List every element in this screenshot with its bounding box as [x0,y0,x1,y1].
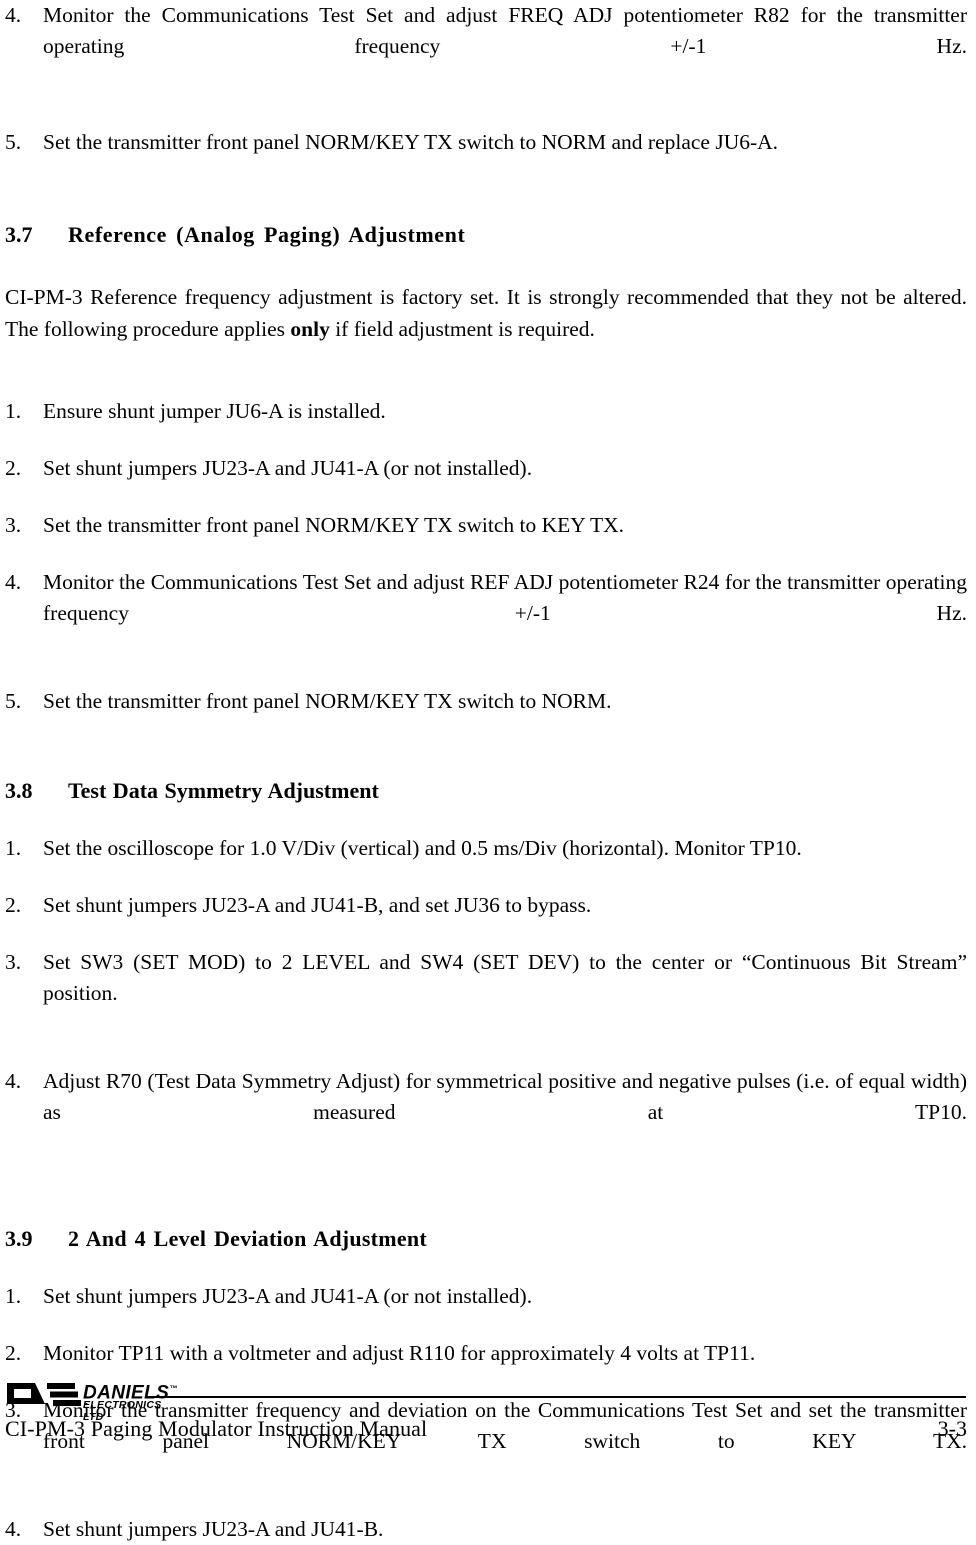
list-text: Set the oscilloscope for 1.0 V/Div (vert… [43,836,802,860]
section-heading-3-7: 3.7 Reference (Analog Paging) Adjustment [5,221,967,249]
section-heading-3-8: 3.8 Test Data Symmetry Adjustment [5,777,967,805]
list-text: Set the transmitter front panel NORM/KEY… [43,130,779,154]
list-text: Adjust R70 (Test Data Symmetry Adjust) f… [43,1069,967,1124]
paragraph-emphasis: only [290,317,330,341]
list-text: Set SW3 (SET MOD) to 2 LEVEL and SW4 (SE… [43,950,967,1005]
list-text: Set the transmitter front panel NORM/KEY… [43,689,612,713]
list-marker: 3. [5,513,22,537]
footer-page-number: 3-3 [937,1416,967,1441]
list-item: 4. Set shunt jumpers JU23-A and JU41-B. [5,1514,967,1545]
list-item: 4. Monitor the Communications Test Set a… [5,567,967,660]
logo-trademark: ™ [169,1384,178,1393]
list-text: Set the transmitter front panel NORM/KEY… [43,513,625,537]
section-title: 2 And 4 Level Deviation Adjustment [68,1226,427,1251]
list-item: 4. Monitor the Communications Test Set a… [5,0,967,93]
list-item: 5. Set the transmitter front panel NORM/… [5,127,967,158]
paragraph-text-after: if field adjustment is required. [329,317,595,341]
list-marker: 2. [5,456,22,480]
section-3-7-paragraph: CI-PM-3 Reference frequency adjustment i… [5,281,967,345]
list-text: Ensure shunt jumper JU6-A is installed. [43,399,386,423]
list-marker: 4. [5,570,22,594]
list-item: 1. Ensure shunt jumper JU6-A is installe… [5,396,967,427]
list-marker: 4. [5,1517,22,1541]
section-title: Reference (Analog Paging) Adjustment [68,222,466,247]
list-marker: 1. [5,1284,22,1308]
list-marker: 4. [5,3,22,27]
footer-document-title: CI-PM-3 Paging Modulator Instruction Man… [5,1416,428,1441]
section-3-8-list: 1. Set the oscilloscope for 1.0 V/Div (v… [5,833,967,1159]
list-text: Monitor the Communications Test Set and … [43,3,967,58]
daniels-electronics-logo: DANIELS™ ELECTRONICS LTD [5,1380,177,1423]
list-marker: 1. [5,836,22,860]
list-text: Set shunt jumpers JU23-A and JU41-A (or … [43,456,533,480]
list-item: 1. Set the oscilloscope for 1.0 V/Div (v… [5,833,967,864]
list-item: 3. Set the transmitter front panel NORM/… [5,510,967,541]
list-marker: 5. [5,689,22,713]
page-content: 4. Monitor the Communications Test Set a… [5,0,967,1545]
list-item: 3. Set SW3 (SET MOD) to 2 LEVEL and SW4 … [5,947,967,1040]
list-text: Set shunt jumpers JU23-A and JU41-A (or … [43,1284,533,1308]
list-text: Monitor the Communications Test Set and … [43,570,967,625]
list-item: 1. Set shunt jumpers JU23-A and JU41-A (… [5,1281,967,1312]
section-number: 3.7 [5,222,33,247]
continued-procedure-list: 4. Monitor the Communications Test Set a… [5,0,967,158]
footer-divider [146,1396,966,1398]
list-text: Set shunt jumpers JU23-A and JU41-B. [43,1517,384,1541]
list-marker: 3. [5,950,22,974]
list-item: 2. Set shunt jumpers JU23-A and JU41-A (… [5,453,967,484]
document-page: 4. Monitor the Communications Test Set a… [0,0,976,1541]
list-text: Set shunt jumpers JU23-A and JU41-B, and… [43,893,592,917]
section-number: 3.9 [5,1226,33,1251]
section-number: 3.8 [5,778,33,803]
section-title: Test Data Symmetry Adjustment [68,778,379,803]
section-heading-3-9: 3.9 2 And 4 Level Deviation Adjustment [5,1225,967,1253]
list-marker: 4. [5,1069,22,1093]
list-item: 4. Adjust R70 (Test Data Symmetry Adjust… [5,1066,967,1159]
list-item: 5. Set the transmitter front panel NORM/… [5,686,967,717]
list-marker: 1. [5,399,22,423]
section-3-7-list: 1. Ensure shunt jumper JU6-A is installe… [5,396,967,717]
list-marker: 2. [5,893,22,917]
list-marker: 5. [5,130,22,154]
list-item: 2. Set shunt jumpers JU23-A and JU41-B, … [5,890,967,921]
page-footer: DANIELS™ ELECTRONICS LTD CI-PM-3 Paging … [0,1358,976,1454]
